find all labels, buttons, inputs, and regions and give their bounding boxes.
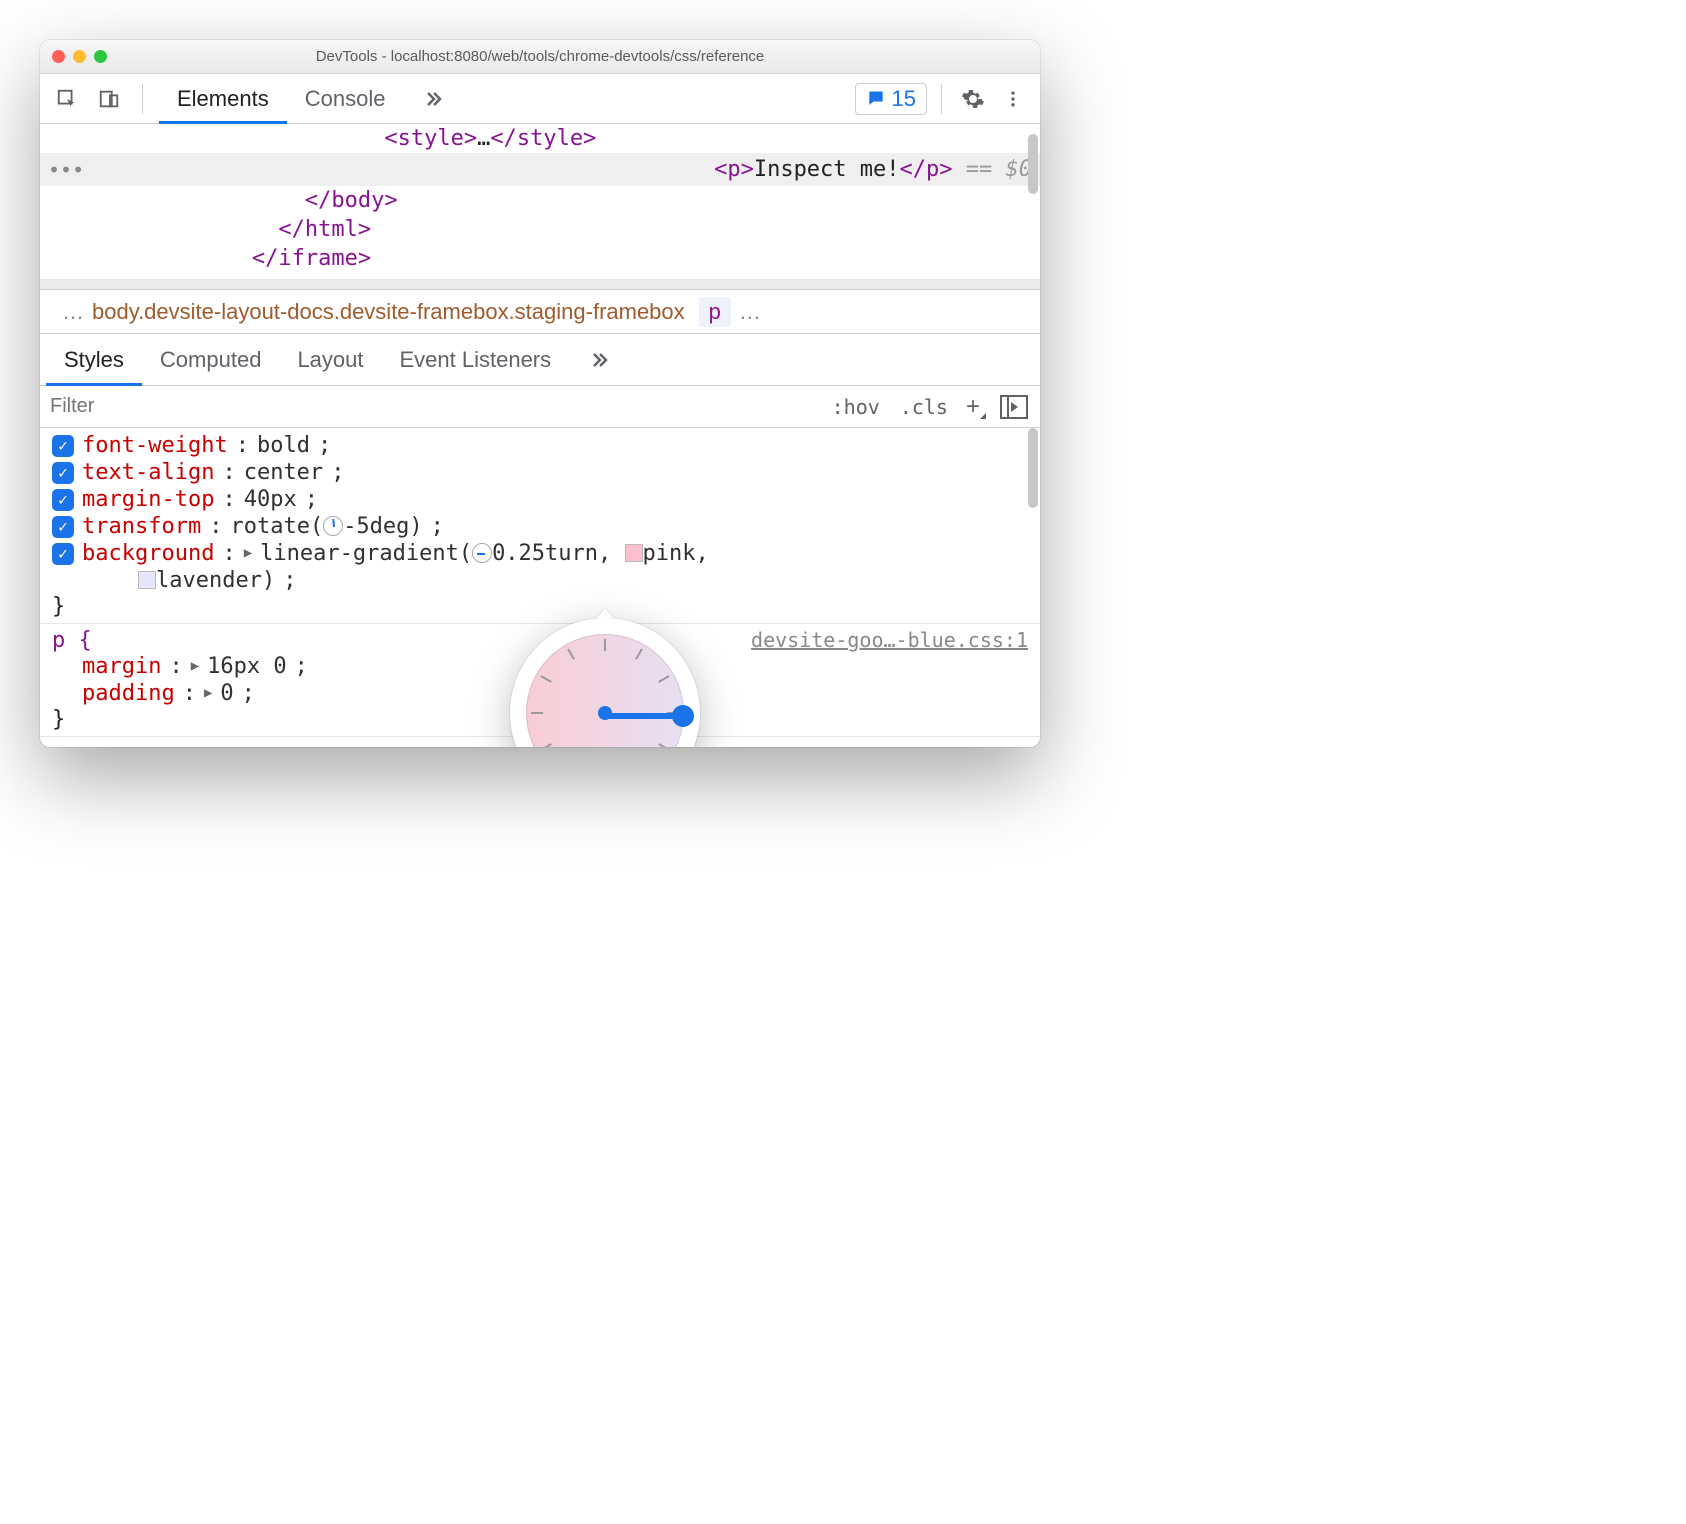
rule-source-link[interactable]: devsite-goo…-blue.css:1	[751, 628, 1028, 652]
angle-clock[interactable]	[526, 634, 684, 747]
devtools-window: DevTools - localhost:8080/web/tools/chro…	[40, 40, 1040, 747]
rule-element-style: ✓ font-weight: bold; ✓ text-align: cente…	[40, 428, 1040, 624]
decl-font-weight[interactable]: ✓ font-weight: bold;	[52, 432, 1028, 459]
styles-list: ✓ font-weight: bold; ✓ text-align: cente…	[40, 428, 1040, 747]
dom-vscroll[interactable]	[1028, 134, 1038, 194]
tab-computed[interactable]: Computed	[142, 334, 280, 386]
tab-layout[interactable]: Layout	[279, 334, 381, 386]
more-tabs-icon[interactable]	[403, 74, 463, 124]
enable-checkbox[interactable]: ✓	[52, 516, 74, 538]
more-subtabs-icon[interactable]	[569, 334, 629, 386]
tab-event-listeners[interactable]: Event Listeners	[382, 334, 570, 386]
filter-input[interactable]	[40, 387, 822, 427]
decl-background[interactable]: ✓ background: ▶ linear-gradient(0.25turn…	[52, 540, 1028, 567]
styles-filter-bar: :hov .cls +	[40, 386, 1040, 428]
color-swatch-icon[interactable]	[625, 544, 643, 562]
device-toggle-icon[interactable]	[92, 82, 126, 116]
rendering-panel-icon[interactable]	[1000, 395, 1028, 419]
decl-transform[interactable]: ✓ transform: rotate(-5deg);	[52, 513, 1028, 540]
panel-tabs: Elements Console	[159, 74, 463, 124]
expand-dots-icon[interactable]: •••	[48, 158, 84, 182]
cls-toggle[interactable]: .cls	[890, 395, 958, 419]
angle-arm[interactable]	[605, 713, 683, 719]
expand-icon[interactable]: ▶	[191, 658, 199, 674]
enable-checkbox[interactable]: ✓	[52, 435, 74, 457]
feedback-badge[interactable]: 15	[855, 83, 927, 115]
dom-breadcrumbs: … body.devsite-layout-docs.devsite-frame…	[40, 290, 1040, 334]
kebab-icon[interactable]	[996, 82, 1030, 116]
crumb-selected[interactable]: p	[699, 297, 731, 327]
tab-console[interactable]: Console	[287, 74, 404, 124]
devtools-toolbar: Elements Console 15	[40, 74, 1040, 124]
minimize-icon[interactable]	[73, 50, 86, 63]
dom-hscroll[interactable]	[40, 279, 1040, 289]
inspect-icon[interactable]	[50, 82, 84, 116]
decl-margin-top[interactable]: ✓ margin-top: 40px;	[52, 486, 1028, 513]
mac-titlebar: DevTools - localhost:8080/web/tools/chro…	[40, 40, 1040, 74]
enable-checkbox[interactable]: ✓	[52, 543, 74, 565]
traffic-lights	[52, 50, 107, 63]
tab-elements[interactable]: Elements	[159, 74, 287, 124]
selected-dom-node[interactable]: ••• <p>Inspect me!</p> == $0	[40, 153, 1040, 186]
styles-vscroll[interactable]	[1028, 428, 1038, 508]
angle-swatch-icon[interactable]	[323, 516, 343, 536]
window-title: DevTools - localhost:8080/web/tools/chro…	[40, 48, 1040, 65]
feedback-count: 15	[892, 86, 916, 112]
crumbs-right-ellipsis[interactable]: …	[731, 299, 769, 325]
tab-styles[interactable]: Styles	[46, 334, 142, 386]
expand-icon[interactable]: ▶	[204, 685, 212, 701]
enable-checkbox[interactable]: ✓	[52, 489, 74, 511]
crumb-body[interactable]: body.devsite-layout-docs.devsite-framebo…	[92, 299, 685, 325]
gear-icon[interactable]	[956, 82, 990, 116]
enable-checkbox[interactable]: ✓	[52, 462, 74, 484]
styles-pane-tabs: Styles Computed Layout Event Listeners	[40, 334, 1040, 386]
angle-swatch-icon[interactable]	[472, 543, 492, 563]
zoom-icon[interactable]	[94, 50, 107, 63]
color-swatch-icon[interactable]	[138, 571, 156, 589]
hov-toggle[interactable]: :hov	[822, 395, 890, 419]
crumbs-left-ellipsis[interactable]: …	[54, 299, 92, 325]
decl-text-align[interactable]: ✓ text-align: center;	[52, 459, 1028, 486]
new-rule-icon[interactable]: +	[958, 393, 988, 421]
dom-tree[interactable]: <style>…</style> ••• <p>Inspect me!</p> …	[40, 124, 1040, 290]
close-icon[interactable]	[52, 50, 65, 63]
expand-icon[interactable]: ▶	[244, 545, 252, 561]
